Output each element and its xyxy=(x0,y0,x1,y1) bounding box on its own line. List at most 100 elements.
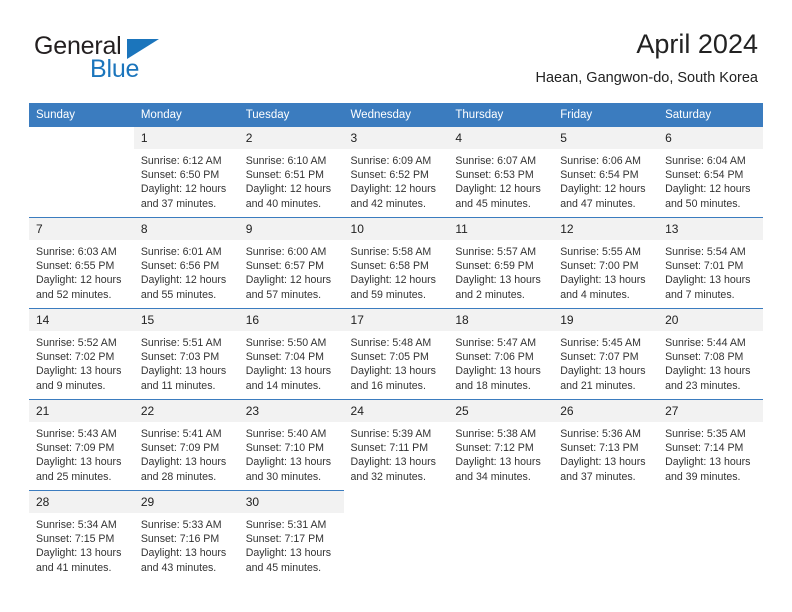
sunset-text: Sunset: 6:53 PM xyxy=(455,169,534,182)
day-sun-info: Sunrise: 5:50 AM Sunset: 7:04 PM Daylight:… xyxy=(239,331,344,393)
calendar-day-cell[interactable]: 13 Sunrise: 5:54 AM Sunset: 7:01 PM Dayligh… xyxy=(658,217,763,309)
calendar-day-cell[interactable]: 19 Sunrise: 5:45 AM Sunset: 7:07 PM Dayligh… xyxy=(553,308,659,400)
day-number: 27 xyxy=(658,400,763,422)
daylight-text-line2: and 18 minutes. xyxy=(455,379,531,392)
calendar-day-cell[interactable]: 23 Sunrise: 5:40 AM Sunset: 7:10 PM Dayligh… xyxy=(238,399,344,491)
calendar-day-cell[interactable]: 1 Sunrise: 6:12 AM Sunset: 6:50 PM Daylight… xyxy=(133,126,239,218)
day-sun-info: Sunrise: 6:06 AM Sunset: 6:54 PM Daylight:… xyxy=(553,149,658,211)
day-sun-info: Sunrise: 5:48 AM Sunset: 7:05 PM Daylight:… xyxy=(344,331,449,393)
page-title: April 2024 xyxy=(636,29,758,59)
calendar-day-cell[interactable]: 17 Sunrise: 5:48 AM Sunset: 7:05 PM Dayligh… xyxy=(343,308,449,400)
calendar-day-cell[interactable]: 3 Sunrise: 6:09 AM Sunset: 6:52 PM Daylight… xyxy=(343,126,449,218)
day-number: 25 xyxy=(448,400,554,422)
day-number: 2 xyxy=(238,127,344,149)
calendar-day-cell[interactable]: 7 Sunrise: 6:03 AM Sunset: 6:55 PM Daylight… xyxy=(29,217,134,309)
calendar-day-cell[interactable]: 4 Sunrise: 6:07 AM Sunset: 6:53 PM Daylight… xyxy=(448,126,554,218)
calendar-day-cell[interactable]: 9 Sunrise: 6:00 AM Sunset: 6:57 PM Daylight… xyxy=(238,217,344,309)
calendar-day-cell[interactable]: 24 Sunrise: 5:39 AM Sunset: 7:11 PM Dayligh… xyxy=(343,399,449,491)
daylight-text-line2: and 37 minutes. xyxy=(140,197,217,210)
daylight-text-line2: and 55 minutes. xyxy=(140,288,217,301)
calendar-day-cell[interactable]: 27 Sunrise: 5:35 AM Sunset: 7:14 PM Dayligh… xyxy=(658,399,763,491)
daylight-text-line2: and 47 minutes. xyxy=(560,197,636,210)
daylight-text-line1: Daylight: 12 hours xyxy=(245,183,332,196)
calendar-day-cell[interactable]: 12 Sunrise: 5:55 AM Sunset: 7:00 PM Dayligh… xyxy=(553,217,659,309)
day-sun-info: Sunrise: 5:51 AM Sunset: 7:03 PM Daylight:… xyxy=(134,331,239,393)
sunset-text: Sunset: 6:52 PM xyxy=(350,169,429,182)
daylight-text-line1: Daylight: 12 hours xyxy=(455,183,541,196)
daylight-text-line2: and 41 minutes. xyxy=(36,561,112,574)
daylight-text-line1: Daylight: 13 hours xyxy=(245,547,332,560)
daylight-text-line1: Daylight: 13 hours xyxy=(140,547,227,560)
daylight-text-line2: and 2 minutes. xyxy=(455,288,525,301)
calendar-day-cell[interactable]: 18 Sunrise: 5:47 AM Sunset: 7:06 PM Dayligh… xyxy=(448,308,554,400)
day-sun-info: Sunrise: 5:52 AM Sunset: 7:02 PM Daylight:… xyxy=(29,331,134,393)
daylight-text-line1: Daylight: 12 hours xyxy=(140,183,227,196)
sunset-text: Sunset: 7:14 PM xyxy=(665,442,744,455)
calendar-day-cell[interactable]: 2 Sunrise: 6:10 AM Sunset: 6:51 PM Daylight… xyxy=(238,126,344,218)
day-number: 29 xyxy=(133,491,239,513)
calendar-day-cell[interactable]: 26 Sunrise: 5:36 AM Sunset: 7:13 PM Dayligh… xyxy=(553,399,659,491)
brand-logo[interactable]: General Blue xyxy=(34,32,244,84)
sunset-text: Sunset: 7:07 PM xyxy=(560,351,639,364)
sunrise-text: Sunrise: 5:54 AM xyxy=(665,246,746,258)
day-number: 3 xyxy=(343,127,449,149)
calendar-day-cell[interactable]: 21 Sunrise: 5:43 AM Sunset: 7:09 PM Dayligh… xyxy=(29,399,134,491)
daylight-text-line2: and 4 minutes. xyxy=(560,288,630,301)
sunrise-text: Sunrise: 6:06 AM xyxy=(560,155,641,167)
sunset-text: Sunset: 7:01 PM xyxy=(665,260,744,273)
sunrise-text: Sunrise: 5:52 AM xyxy=(36,337,117,349)
calendar-day-cell[interactable]: 20 Sunrise: 5:44 AM Sunset: 7:08 PM Dayligh… xyxy=(658,308,763,400)
calendar-day-cell[interactable]: 29 Sunrise: 5:33 AM Sunset: 7:16 PM Dayligh… xyxy=(133,490,239,581)
daylight-text-line1: Daylight: 13 hours xyxy=(245,365,332,378)
calendar-day-cell[interactable]: 15 Sunrise: 5:51 AM Sunset: 7:03 PM Dayligh… xyxy=(133,308,239,400)
daylight-text-line1: Daylight: 13 hours xyxy=(665,274,751,287)
calendar-day-cell[interactable]: 6 Sunrise: 6:04 AM Sunset: 6:54 PM Daylight… xyxy=(658,126,763,218)
daylight-text-line1: Daylight: 13 hours xyxy=(560,456,646,469)
daylight-text-line1: Daylight: 13 hours xyxy=(560,274,646,287)
day-number: 17 xyxy=(343,309,449,331)
daylight-text-line1: Daylight: 13 hours xyxy=(350,365,436,378)
day-number: 19 xyxy=(553,309,659,331)
day-number xyxy=(343,491,449,513)
day-number: 24 xyxy=(343,400,449,422)
sunrise-text: Sunrise: 5:58 AM xyxy=(350,246,432,258)
day-number: 26 xyxy=(553,400,659,422)
daylight-text-line1: Daylight: 13 hours xyxy=(455,456,541,469)
daylight-text-line1: Daylight: 12 hours xyxy=(560,183,646,196)
sunset-text: Sunset: 7:04 PM xyxy=(245,351,325,364)
sunrise-text: Sunrise: 6:07 AM xyxy=(455,155,537,167)
day-sun-info: Sunrise: 5:31 AM Sunset: 7:17 PM Daylight:… xyxy=(239,513,344,575)
calendar-day-cell[interactable]: 11 Sunrise: 5:57 AM Sunset: 6:59 PM Dayligh… xyxy=(448,217,554,309)
sunset-text: Sunset: 7:03 PM xyxy=(140,351,220,364)
calendar-body: 1 Sunrise: 6:12 AM Sunset: 6:50 PM Daylight… xyxy=(29,126,763,581)
calendar-day-cell[interactable]: 14 Sunrise: 5:52 AM Sunset: 7:02 PM Dayligh… xyxy=(29,308,134,400)
daylight-text-line1: Daylight: 13 hours xyxy=(140,456,227,469)
calendar-day-cell[interactable]: 22 Sunrise: 5:41 AM Sunset: 7:09 PM Dayligh… xyxy=(133,399,239,491)
sunrise-text: Sunrise: 5:40 AM xyxy=(245,428,327,440)
day-number: 1 xyxy=(133,127,239,149)
sunrise-text: Sunrise: 5:47 AM xyxy=(455,337,537,349)
weekday-header-tuesday: Tuesday xyxy=(238,103,344,127)
daylight-text-line2: and 23 minutes. xyxy=(665,379,741,392)
day-sun-info: Sunrise: 5:40 AM Sunset: 7:10 PM Daylight:… xyxy=(239,422,344,484)
day-sun-info: Sunrise: 5:55 AM Sunset: 7:00 PM Daylight:… xyxy=(553,240,658,302)
calendar-day-cell-empty xyxy=(658,490,763,581)
daylight-text-line2: and 45 minutes. xyxy=(455,197,531,210)
daylight-text-line2: and 11 minutes. xyxy=(140,379,216,392)
calendar-day-cell[interactable]: 30 Sunrise: 5:31 AM Sunset: 7:17 PM Dayligh… xyxy=(238,490,344,581)
sunset-text: Sunset: 7:09 PM xyxy=(36,442,115,455)
calendar-day-cell[interactable]: 8 Sunrise: 6:01 AM Sunset: 6:56 PM Daylight… xyxy=(133,217,239,309)
day-sun-info: Sunrise: 5:41 AM Sunset: 7:09 PM Daylight:… xyxy=(134,422,239,484)
calendar-day-cell[interactable]: 10 Sunrise: 5:58 AM Sunset: 6:58 PM Dayligh… xyxy=(343,217,449,309)
calendar-day-cell[interactable]: 25 Sunrise: 5:38 AM Sunset: 7:12 PM Dayligh… xyxy=(448,399,554,491)
calendar-day-cell[interactable]: 5 Sunrise: 6:06 AM Sunset: 6:54 PM Daylight… xyxy=(553,126,659,218)
day-number: 10 xyxy=(343,218,449,240)
calendar-week-row: 1 Sunrise: 6:12 AM Sunset: 6:50 PM Daylight… xyxy=(29,126,763,218)
daylight-text-line2: and 30 minutes. xyxy=(245,470,322,483)
calendar-day-cell[interactable]: 16 Sunrise: 5:50 AM Sunset: 7:04 PM Dayligh… xyxy=(238,308,344,400)
sunset-text: Sunset: 6:56 PM xyxy=(140,260,220,273)
daylight-text-line2: and 16 minutes. xyxy=(350,379,426,392)
calendar-day-cell[interactable]: 28 Sunrise: 5:34 AM Sunset: 7:15 PM Dayligh… xyxy=(29,490,134,581)
daylight-text-line1: Daylight: 13 hours xyxy=(665,365,751,378)
sunset-text: Sunset: 7:12 PM xyxy=(455,442,534,455)
